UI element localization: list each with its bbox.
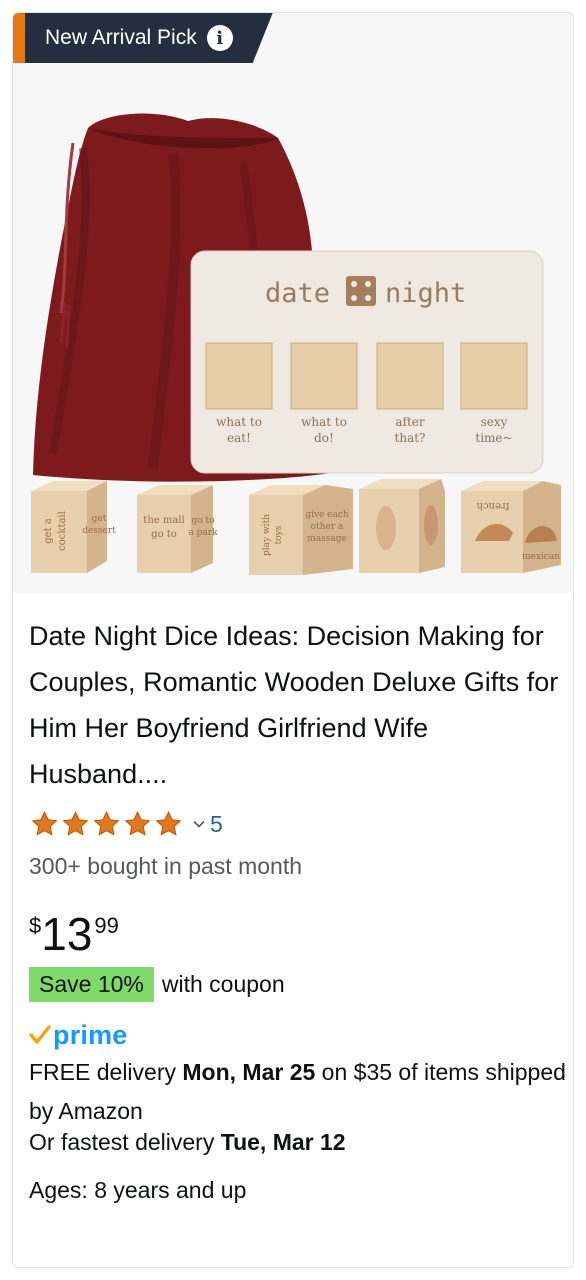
star-icon	[62, 810, 89, 836]
dice-label: cocktail	[57, 511, 68, 551]
product-photo: date night what to eat! what to do! afte…	[31, 113, 561, 575]
star-rating[interactable]	[29, 809, 184, 839]
badge-accent	[13, 13, 25, 63]
chevron-down-icon[interactable]	[192, 817, 206, 831]
age-range: Ages: 8 years and up	[29, 1177, 247, 1203]
prime-label: prime	[53, 1019, 128, 1050]
board-word-left: date	[265, 278, 330, 309]
coupon-text: with coupon	[161, 971, 285, 997]
fastest-date: Tue, Mar 12	[220, 1129, 346, 1155]
price-whole: 13	[41, 908, 93, 960]
delivery-prefix: FREE delivery	[29, 1059, 183, 1085]
dice-label: get	[92, 514, 107, 524]
slot-label: eat!	[227, 431, 251, 445]
prime-badge: prime	[29, 1019, 128, 1051]
product-title[interactable]: Date Night Dice Ideas: Decision Making f…	[29, 613, 559, 797]
star-icon	[31, 810, 58, 836]
bought-in-past-month: 300+ bought in past month	[29, 853, 303, 879]
rating-count[interactable]: 5	[210, 811, 223, 838]
slot-label: that?	[395, 431, 426, 445]
dice-label: french	[476, 500, 509, 511]
slot-label: time~	[475, 431, 512, 445]
fastest-delivery: Or fastest delivery Tue, Mar 12	[29, 1129, 346, 1156]
new-arrival-badge[interactable]: New Arrival Pick i	[13, 13, 273, 63]
dice-label: play with	[262, 514, 272, 556]
dice-label: give each	[305, 510, 349, 520]
delivery-info: FREE delivery Mon, Mar 25 on $35 of item…	[29, 1053, 569, 1131]
board-word-right: night	[385, 278, 466, 309]
dice-label: toys	[274, 525, 284, 544]
fastest-prefix: Or fastest delivery	[29, 1129, 221, 1155]
badge-label: New Arrival Pick	[45, 26, 197, 49]
slot-label: what to	[216, 415, 262, 429]
star-icon	[124, 810, 151, 836]
price: $ 13 99	[29, 909, 119, 959]
coupon: Save 10% with coupon	[29, 967, 285, 1002]
dice-label: mexican	[522, 552, 560, 562]
svg-text:go to: go to	[151, 529, 177, 540]
price-fraction: 99	[94, 913, 119, 938]
dice-label: go to	[191, 516, 214, 526]
slot-label: do!	[314, 431, 334, 445]
star-icon	[155, 810, 182, 836]
dice-label: get a	[43, 518, 54, 544]
dice-label: a park	[188, 528, 218, 538]
slot-label: sexy	[481, 415, 508, 429]
dice-logo-icon	[346, 276, 376, 306]
rating-widget[interactable]: 5	[29, 809, 223, 839]
dice-label: dessert	[82, 526, 116, 536]
dice-label: other a	[311, 522, 344, 532]
coupon-badge: Save 10%	[29, 967, 154, 1002]
badge-body: New Arrival Pick i	[25, 13, 273, 63]
product-card[interactable]: date night what to eat! what to do! afte…	[12, 12, 574, 1268]
slot-label: what to	[301, 415, 347, 429]
dice-label: massage	[307, 534, 347, 544]
star-icon	[93, 810, 120, 836]
info-icon[interactable]: i	[207, 25, 233, 51]
wooden-dice: get a cocktail get dessert the mall go t…	[31, 479, 561, 575]
prime-check-icon	[29, 1025, 51, 1044]
svg-text:the mall: the mall	[143, 515, 184, 526]
price-symbol: $	[29, 913, 42, 938]
slot-label: after	[395, 415, 425, 429]
delivery-date: Mon, Mar 25	[182, 1059, 316, 1085]
product-image[interactable]: date night what to eat! what to do! afte…	[13, 13, 573, 593]
date-night-board: date night what to eat! what to do! afte…	[190, 250, 544, 474]
